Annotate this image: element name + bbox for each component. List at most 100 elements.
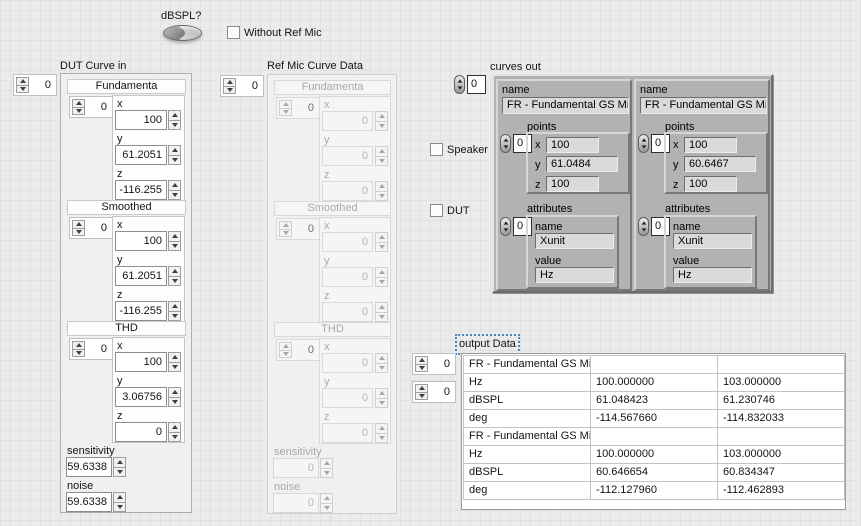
decrement-button[interactable] — [375, 433, 388, 444]
x-field[interactable]: 100 — [115, 231, 167, 251]
fundamenta-index-control[interactable]: 0 — [276, 97, 320, 119]
x-spinner[interactable] — [375, 232, 388, 252]
fundamenta-index-control[interactable]: 0 — [69, 96, 113, 118]
decrement-button[interactable] — [168, 362, 181, 373]
table-cell[interactable]: 60.646654 — [591, 464, 718, 482]
y-field[interactable]: 61.2051 — [115, 145, 167, 165]
sensitivity-spinner[interactable] — [320, 458, 333, 478]
index-spinner[interactable] — [415, 356, 428, 372]
table-cell[interactable]: 100.000000 — [591, 446, 718, 464]
y-spinner[interactable] — [375, 388, 388, 408]
decrement-button[interactable] — [168, 241, 181, 252]
table-cell[interactable]: -112.462893 — [718, 482, 845, 500]
curve-name-field[interactable]: FR - Fundamental GS Mic1 — [502, 97, 629, 114]
index-spinner[interactable] — [72, 220, 85, 236]
without-ref-mic-checkbox[interactable] — [227, 26, 240, 39]
decrement-button[interactable] — [168, 155, 181, 166]
table-cell[interactable]: -114.567660 — [591, 410, 718, 428]
table-cell[interactable]: -114.832033 — [718, 410, 845, 428]
decrement-button[interactable] — [375, 121, 388, 132]
decrement-button[interactable] — [279, 229, 292, 238]
y-spinner[interactable] — [375, 146, 388, 166]
decrement-button[interactable] — [375, 242, 388, 253]
sensitivity-field[interactable]: 0 — [273, 458, 319, 478]
y-field[interactable]: 61.2051 — [115, 266, 167, 286]
y-field[interactable]: 0 — [322, 267, 373, 287]
smoothed-index-control[interactable]: 0 — [69, 217, 113, 239]
ref-curve-index-control[interactable]: 0 — [220, 75, 264, 97]
y-field[interactable]: 61.0484 — [546, 156, 618, 172]
x-field[interactable]: 100 — [684, 137, 737, 153]
dut-checkbox[interactable] — [430, 204, 443, 217]
decrement-button[interactable] — [279, 108, 292, 117]
x-spinner[interactable] — [168, 231, 181, 251]
speaker-checkbox[interactable] — [430, 143, 443, 156]
decrement-button[interactable] — [168, 432, 181, 443]
decrement-button[interactable] — [72, 349, 85, 358]
attr-value-field[interactable]: Hz — [673, 267, 752, 283]
z-field[interactable]: 0 — [322, 181, 373, 201]
attr-value-field[interactable]: Hz — [535, 267, 614, 283]
decrement-button[interactable] — [320, 503, 333, 514]
noise-spinner[interactable] — [320, 493, 333, 513]
decrement-button[interactable] — [72, 107, 85, 116]
output-data-title[interactable]: output Data — [459, 338, 516, 351]
output-index1-control[interactable]: 0 — [412, 353, 456, 375]
x-field[interactable]: 100 — [115, 352, 167, 372]
table-cell[interactable]: Hz — [464, 374, 591, 392]
dbspl-toggle-switch[interactable] — [163, 25, 202, 41]
decrement-button[interactable] — [375, 398, 388, 409]
y-field[interactable]: 60.6467 — [684, 156, 756, 172]
output-data-table[interactable]: FR - Fundamental GS Mic1 Hz100.000000103… — [461, 353, 846, 510]
index-spinner[interactable] — [72, 341, 85, 357]
index-spinner[interactable] — [638, 134, 649, 153]
table-cell[interactable]: -112.127960 — [591, 482, 718, 500]
table-cell[interactable]: deg — [464, 482, 591, 500]
curve-name-field[interactable]: FR - Fundamental GS Mic2 — [640, 97, 767, 114]
z-spinner[interactable] — [375, 423, 388, 443]
y-spinner[interactable] — [375, 267, 388, 287]
index-spinner[interactable] — [279, 100, 292, 116]
index-spinner[interactable] — [279, 221, 292, 237]
index-spinner[interactable] — [279, 342, 292, 358]
sensitivity-spinner[interactable] — [113, 457, 126, 477]
decrement-button[interactable] — [168, 276, 181, 287]
index-value[interactable]: 0 — [308, 102, 314, 115]
index-spinner[interactable] — [638, 217, 649, 236]
y-spinner[interactable] — [168, 145, 181, 165]
table-cell[interactable]: deg — [464, 410, 591, 428]
index-value[interactable]: 0 — [444, 358, 450, 371]
output-index2-control[interactable]: 0 — [412, 381, 456, 403]
z-spinner[interactable] — [375, 302, 388, 322]
x-field[interactable]: 0 — [322, 353, 373, 373]
x-field[interactable]: 100 — [546, 137, 599, 153]
y-field[interactable]: 0 — [322, 388, 373, 408]
decrement-button[interactable] — [72, 228, 85, 237]
table-cell[interactable]: 60.834347 — [718, 464, 845, 482]
decrement-button[interactable] — [375, 277, 388, 288]
index-spinner[interactable] — [223, 78, 236, 94]
decrement-button[interactable] — [375, 312, 388, 323]
noise-spinner[interactable] — [113, 492, 126, 512]
x-field[interactable]: 0 — [322, 232, 373, 252]
noise-field[interactable]: 0 — [273, 493, 319, 513]
decrement-button[interactable] — [375, 156, 388, 167]
x-spinner[interactable] — [168, 352, 181, 372]
x-spinner[interactable] — [375, 353, 388, 373]
table-cell[interactable]: 61.048423 — [591, 392, 718, 410]
index-spinner[interactable] — [454, 75, 465, 94]
index-value[interactable]: 0 — [101, 222, 107, 235]
z-field[interactable]: 0 — [322, 423, 373, 443]
toggle-knob[interactable] — [165, 27, 185, 39]
noise-field[interactable]: 59.6338 — [66, 492, 112, 512]
attr-name-field[interactable]: Xunit — [535, 233, 614, 249]
index-value[interactable]: 0 — [45, 79, 51, 92]
y-field[interactable]: 3.06756 — [115, 387, 167, 407]
attr-name-field[interactable]: Xunit — [673, 233, 752, 249]
decrement-button[interactable] — [168, 190, 181, 201]
z-field[interactable]: 100 — [546, 176, 599, 192]
y-field[interactable]: 0 — [322, 146, 373, 166]
z-field[interactable]: -116.255 — [115, 301, 167, 321]
index-value[interactable]: 0 — [467, 75, 486, 94]
index-spinner[interactable] — [500, 134, 511, 153]
